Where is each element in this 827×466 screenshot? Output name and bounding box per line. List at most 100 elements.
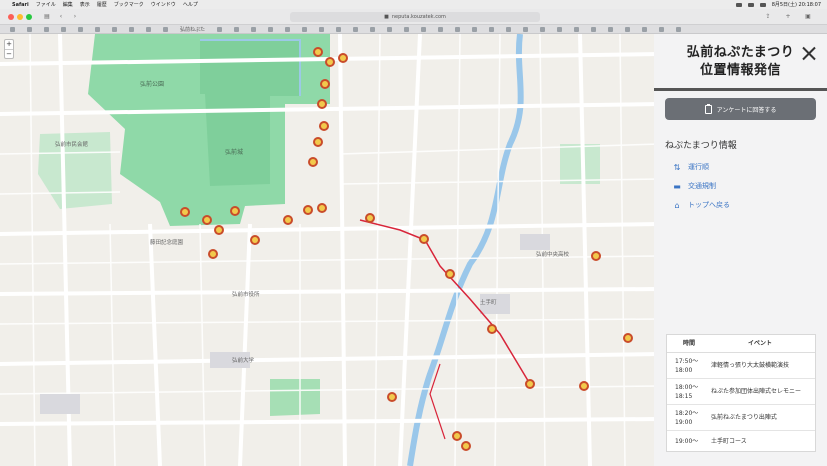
favorite-icon[interactable]: [608, 26, 614, 32]
toolbar-right: ⇪ + ▣: [763, 12, 817, 20]
menu-status-area: 8月5日(土) 20:18:07: [735, 1, 821, 8]
float-marker: [208, 249, 218, 259]
favorite-icon[interactable]: [472, 26, 478, 32]
float-marker: [623, 333, 633, 343]
browser-toolbar: ▤ ‹ › ■ neputa.kouzatek.com ⇪ + ▣: [0, 9, 827, 25]
favorite-icon[interactable]: [387, 26, 393, 32]
building: [520, 234, 550, 250]
road: [619, 34, 626, 466]
header-event: イベント: [747, 340, 772, 347]
close-window-icon[interactable]: [8, 13, 14, 20]
menu-view[interactable]: 表示: [80, 1, 90, 8]
tabs-overview-icon[interactable]: ▣: [803, 12, 813, 20]
favorite-icon[interactable]: [421, 26, 427, 32]
favorite-icon[interactable]: [625, 26, 631, 32]
favorite-icon[interactable]: [370, 26, 376, 32]
favorite-icon[interactable]: [146, 26, 151, 32]
favorite-icon[interactable]: [557, 26, 563, 32]
menu-bookmarks[interactable]: ブックマーク: [114, 1, 144, 8]
zoom-in-button[interactable]: +: [5, 40, 13, 49]
menu-file[interactable]: ファイル: [36, 1, 56, 8]
row-event: 弘前ねぶたまつり出陣式: [711, 414, 777, 421]
link-traffic-control[interactable]: ▬ 交通規制: [672, 181, 716, 191]
map-view[interactable]: 弘前城 弘前公園 弘前市役所 弘前大学 土手町 弘前中央高校 藤田記念庭園 弘前…: [0, 34, 660, 466]
map-canvas[interactable]: 弘前城 弘前公園 弘前市役所 弘前大学 土手町 弘前中央高校 藤田記念庭園 弘前…: [0, 34, 660, 466]
favorite-icon[interactable]: [27, 26, 32, 32]
road: [0, 417, 660, 426]
road: [454, 34, 461, 466]
menu-history[interactable]: 履歴: [97, 1, 107, 8]
row-time: 17:50〜 18:00: [675, 357, 699, 374]
row-time: 18:20〜 19:00: [675, 409, 699, 426]
map-label: 弘前中央高校: [536, 250, 570, 258]
close-icon[interactable]: [802, 46, 816, 60]
favorite-icon[interactable]: [10, 26, 15, 32]
menu-window[interactable]: ウインドウ: [151, 1, 176, 8]
favorite-icon[interactable]: [336, 26, 342, 32]
favorite-icon[interactable]: [540, 26, 546, 32]
menu-app-name[interactable]: Safari: [12, 2, 29, 8]
favorite-icon[interactable]: [676, 26, 682, 32]
status-icon[interactable]: [735, 2, 742, 7]
menu-bar: Safari ファイル 編集 表示 履歴 ブックマーク ウインドウ ヘルプ 8月…: [0, 0, 827, 9]
favorite-icon[interactable]: [112, 26, 117, 32]
favorite-icon[interactable]: [95, 26, 100, 32]
road: [398, 34, 422, 466]
favorite-icon[interactable]: [217, 26, 223, 32]
favorite-icon[interactable]: [251, 26, 257, 32]
favorite-icon[interactable]: [234, 26, 240, 32]
favorite-icon[interactable]: [489, 26, 495, 32]
wifi-icon[interactable]: [759, 2, 766, 7]
schedule-header: 時間 イベント: [667, 335, 815, 353]
zoom-out-button[interactable]: −: [5, 49, 13, 58]
favorite-icon[interactable]: [591, 26, 597, 32]
map-label: 弘前市役所: [232, 290, 260, 298]
favorite-icon[interactable]: [268, 26, 274, 32]
clipboard-icon: [704, 103, 712, 114]
float-marker: [283, 215, 293, 225]
favorite-icon[interactable]: [44, 26, 49, 32]
new-tab-icon[interactable]: +: [783, 12, 793, 20]
favorite-icon[interactable]: [61, 26, 66, 32]
favorite-icon[interactable]: [574, 26, 580, 32]
row-event: 津軽情っ張り大太鼓横範演技: [711, 362, 790, 369]
share-icon[interactable]: ⇪: [763, 12, 773, 20]
link-back-to-top[interactable]: ⌂ トップへ戻る: [672, 200, 730, 210]
favorite-icon[interactable]: [659, 26, 665, 32]
favorite-icon[interactable]: [319, 26, 325, 32]
float-marker: [313, 137, 323, 147]
row-time: 18:00〜 18:15: [675, 383, 699, 400]
menu-clock[interactable]: 8月5日(土) 20:18:07: [772, 1, 821, 8]
menu-help[interactable]: ヘルプ: [183, 1, 198, 8]
favorite-icon[interactable]: [404, 26, 410, 32]
favorite-icon[interactable]: [455, 26, 461, 32]
favorite-icon[interactable]: [506, 26, 512, 32]
favorite-icon[interactable]: [285, 26, 291, 32]
zoom-window-icon[interactable]: [26, 13, 32, 20]
favorite-icon[interactable]: [163, 26, 168, 32]
favorite-icon[interactable]: [302, 26, 308, 32]
favorite-icon[interactable]: [78, 26, 83, 32]
float-marker: [202, 215, 212, 225]
minimize-window-icon[interactable]: [17, 13, 23, 20]
favorite-icon[interactable]: [438, 26, 444, 32]
favorite-icon[interactable]: [642, 26, 648, 32]
back-icon[interactable]: ‹: [56, 13, 66, 21]
url-text: neputa.kouzatek.com: [391, 14, 446, 20]
forward-icon[interactable]: ›: [70, 13, 80, 21]
address-bar[interactable]: ■ neputa.kouzatek.com: [290, 12, 540, 22]
active-tab[interactable]: 弘前ねぷた: [180, 26, 205, 33]
favorite-icon[interactable]: [353, 26, 359, 32]
road: [0, 222, 660, 236]
road: [199, 223, 206, 466]
schedule-table: 時間 イベント 17:50〜 18:00 津軽情っ張り大太鼓横範演技 18:00〜…: [666, 334, 816, 452]
sidebar-toggle-icon[interactable]: ▤: [42, 13, 52, 21]
menu-edit[interactable]: 編集: [63, 1, 73, 8]
battery-icon[interactable]: [747, 2, 754, 7]
building: [40, 394, 80, 414]
survey-button[interactable]: アンケートに回答する: [665, 98, 816, 120]
favorite-icon[interactable]: [129, 26, 134, 32]
link-running-order[interactable]: ⇅ 運行順: [672, 162, 709, 172]
favorite-icon[interactable]: [523, 26, 529, 32]
link-label: 交通規制: [688, 182, 716, 190]
